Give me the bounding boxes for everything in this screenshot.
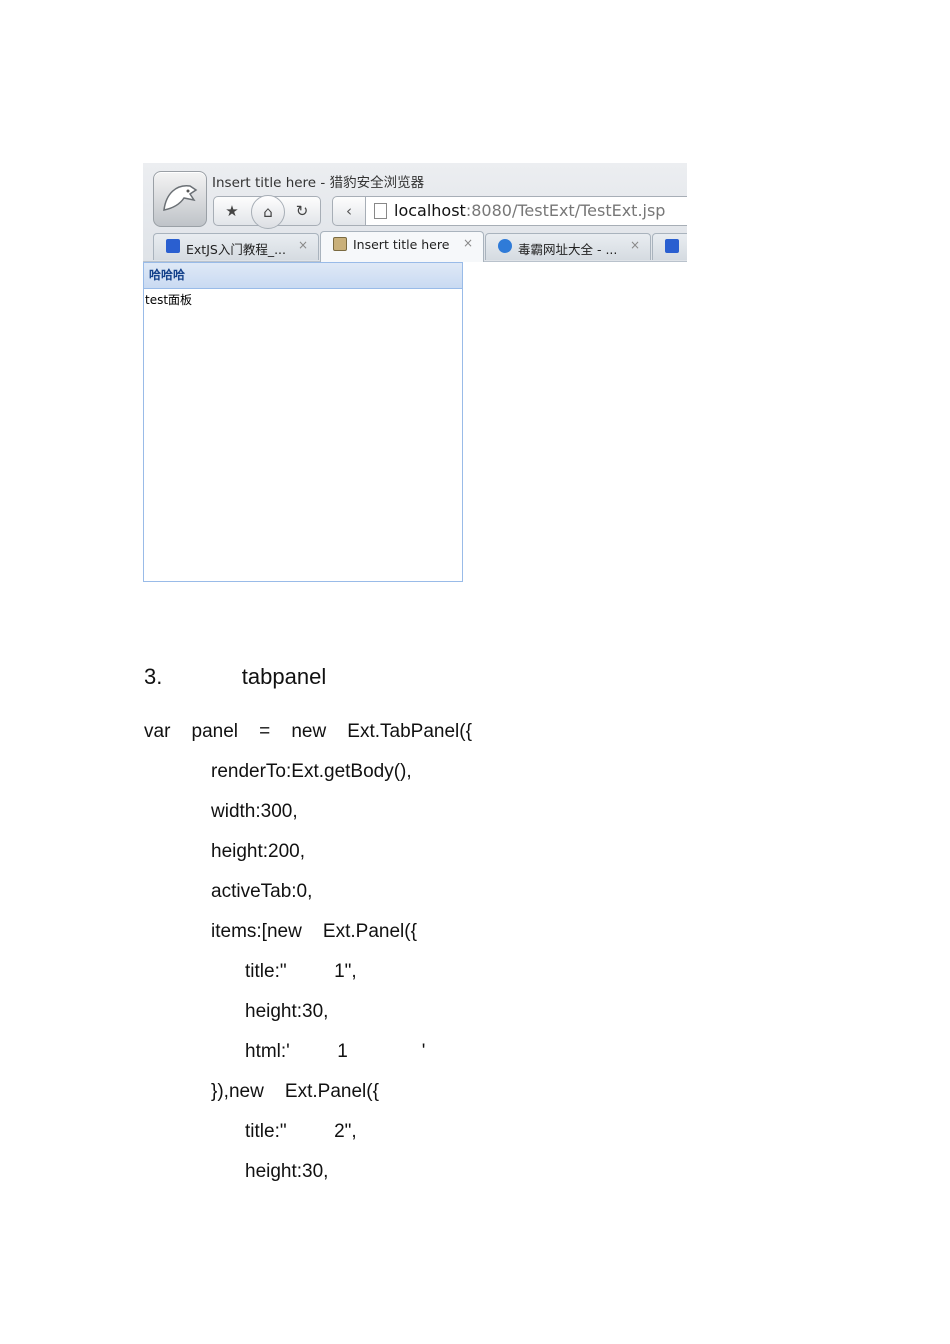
- code-block: var panel = new Ext.TabPanel({ renderTo:…: [144, 718, 472, 1198]
- tab-label: Insert title here: [353, 237, 450, 252]
- tab-insert-title[interactable]: Insert title here ×: [320, 231, 484, 262]
- ext-panel-body: test面板: [145, 293, 193, 307]
- browser-chrome: Insert title here - 猎豹安全浏览器 ★ ⌂ ↻ ‹ loca…: [143, 163, 687, 262]
- tab-partial[interactable]: [652, 233, 687, 260]
- browser-screenshot: Insert title here - 猎豹安全浏览器 ★ ⌂ ↻ ‹ loca…: [143, 163, 687, 583]
- code-line: }),new Ext.Panel({: [211, 1081, 379, 1102]
- code-line: activeTab:0,: [211, 881, 313, 902]
- k-icon: [498, 239, 512, 253]
- code-line: html:' 1 ': [245, 1041, 426, 1062]
- address-bar[interactable]: localhost:8080/TestExt/TestExt.jsp: [366, 196, 687, 226]
- close-icon[interactable]: ×: [463, 236, 473, 250]
- tab-strip: ExtJS入门教程_... × Insert title here × 毒霸网址…: [143, 230, 687, 262]
- section-heading: 3. tabpanel: [144, 664, 327, 689]
- page-image-icon: [333, 237, 347, 251]
- window-title: Insert title here - 猎豹安全浏览器: [212, 175, 425, 191]
- ext-panel: 哈哈哈 test面板: [143, 262, 463, 582]
- code-line: height:200,: [211, 841, 306, 862]
- home-icon[interactable]: ⌂: [251, 195, 285, 229]
- tab-label: 毒霸网址大全 - ...: [518, 242, 618, 257]
- paw-icon: [665, 239, 679, 253]
- tab-extjs-tutorial[interactable]: ExtJS入门教程_... ×: [153, 233, 319, 260]
- ext-panel-title: 哈哈哈: [144, 263, 462, 289]
- code-line: title:" 1",: [245, 961, 357, 982]
- reload-icon[interactable]: ↻: [286, 197, 318, 225]
- address-url: localhost:8080/TestExt/TestExt.jsp: [394, 201, 665, 220]
- url-host: localhost: [394, 201, 466, 220]
- page-icon: [374, 203, 387, 219]
- url-path: :8080/TestExt/TestExt.jsp: [465, 201, 666, 220]
- star-icon[interactable]: ★: [216, 197, 248, 225]
- code-line: renderTo:Ext.getBody(),: [211, 761, 412, 782]
- back-icon[interactable]: ‹: [332, 196, 366, 226]
- tab-duba-nav[interactable]: 毒霸网址大全 - ... ×: [485, 233, 651, 260]
- code-line: title:" 2",: [245, 1121, 357, 1142]
- code-line: items:[new Ext.Panel({: [211, 921, 417, 942]
- code-line: height:30,: [245, 1161, 329, 1182]
- code-line: width:300,: [211, 801, 298, 822]
- code-line: height:30,: [245, 1001, 329, 1022]
- browser-logo-icon[interactable]: [153, 171, 207, 227]
- close-icon[interactable]: ×: [630, 238, 640, 252]
- close-icon[interactable]: ×: [298, 238, 308, 252]
- nav-button-group: ★ ⌂ ↻: [213, 195, 321, 229]
- paw-icon: [166, 239, 180, 253]
- tab-label: ExtJS入门教程_...: [186, 242, 286, 257]
- code-line: var panel = new Ext.TabPanel({: [144, 721, 472, 742]
